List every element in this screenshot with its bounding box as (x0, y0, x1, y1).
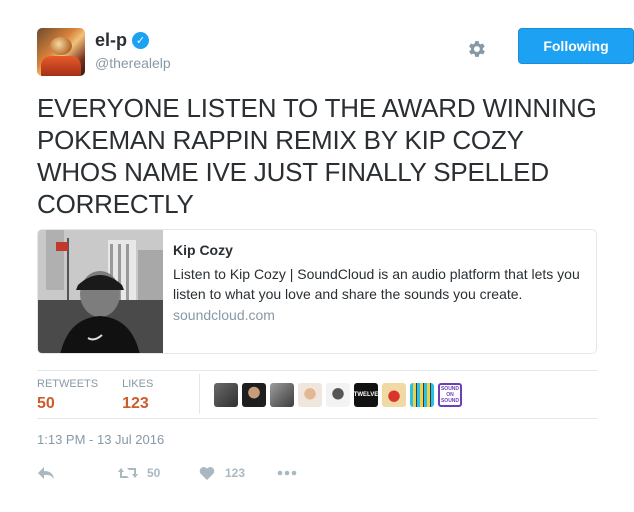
divider (37, 370, 597, 371)
reply-icon (37, 465, 55, 481)
display-name[interactable]: el-p (95, 30, 127, 51)
tweet-actions: 50 123 (37, 463, 297, 483)
card-thumbnail (38, 230, 163, 353)
name-row: el-p ✓ (95, 30, 150, 51)
tweet-text: EVERYONE LISTEN TO THE AWARD WINNING POK… (37, 93, 597, 219)
more-icon (277, 470, 297, 476)
retweets-stat[interactable]: RETWEETS 50 (37, 378, 98, 412)
retweet-button[interactable]: 50 (117, 465, 199, 481)
like-count: 123 (225, 466, 246, 480)
liker-avatar[interactable] (326, 383, 350, 407)
engagement-stats: RETWEETS 50 LIKES 123 (37, 378, 177, 412)
heart-icon (199, 466, 215, 481)
liker-avatar-twelve[interactable]: TWELVE (354, 383, 378, 407)
liker-text: SOUND ON SOUND (440, 386, 460, 404)
tweet-header: el-p ✓ @therealelp Following (37, 28, 634, 76)
card-domain: soundcloud.com (173, 307, 275, 323)
likers-avatars: TWELVE SOUND ON SOUND (214, 383, 462, 407)
liker-avatar[interactable] (298, 383, 322, 407)
liker-avatar[interactable] (270, 383, 294, 407)
stats-separator (199, 374, 200, 414)
card-title: Kip Cozy (173, 242, 233, 258)
like-button[interactable]: 123 (199, 466, 277, 481)
liker-avatar[interactable] (214, 383, 238, 407)
liker-avatar-sound-on-sound[interactable]: SOUND ON SOUND (438, 383, 462, 407)
liker-avatar[interactable] (242, 383, 266, 407)
card-description: Listen to Kip Cozy | SoundCloud is an au… (173, 266, 580, 302)
retweet-count: 50 (147, 466, 161, 480)
retweets-value: 50 (37, 395, 55, 412)
retweet-icon (117, 465, 139, 481)
likes-label: LIKES (122, 378, 154, 390)
likes-stat[interactable]: LIKES 123 (122, 378, 153, 412)
tweet-timestamp[interactable]: 1:13 PM - 13 Jul 2016 (37, 432, 164, 447)
retweets-label: RETWEETS (37, 378, 99, 390)
card-body: Kip Cozy Listen to Kip Cozy | SoundCloud… (173, 242, 583, 323)
more-button[interactable] (277, 470, 297, 476)
liker-avatar[interactable] (382, 383, 406, 407)
following-button[interactable]: Following (518, 28, 634, 64)
user-handle[interactable]: @therealelp (95, 55, 171, 71)
gear-icon[interactable] (465, 38, 487, 60)
liker-avatar[interactable] (410, 383, 434, 407)
verified-badge-icon: ✓ (132, 32, 150, 49)
liker-text: TWELVE (354, 392, 378, 398)
link-card[interactable]: Kip Cozy Listen to Kip Cozy | SoundCloud… (37, 229, 597, 354)
divider (37, 418, 597, 419)
likes-value: 123 (122, 395, 149, 412)
user-avatar[interactable] (37, 28, 85, 76)
reply-button[interactable] (37, 465, 117, 481)
